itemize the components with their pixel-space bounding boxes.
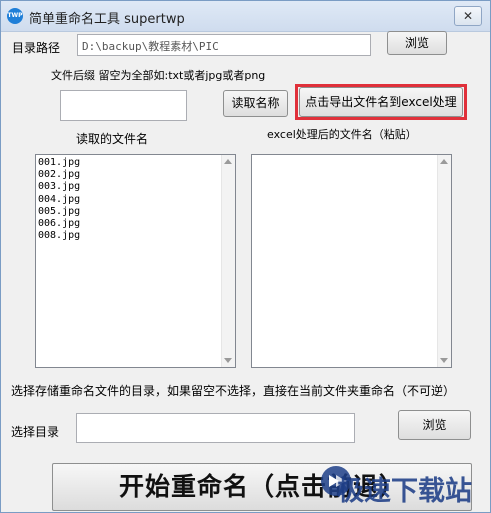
scroll-down-icon[interactable] (224, 358, 232, 363)
left-list-scrollbar[interactable] (221, 155, 235, 367)
list-item[interactable]: 005.jpg (38, 206, 80, 218)
right-list-title: excel处理后的文件名（粘贴） (267, 128, 417, 141)
title-bar: TWP 简单重命名工具 supertwp ✕ (1, 1, 490, 32)
select-dir-input[interactable] (76, 413, 355, 443)
dir-path-input[interactable]: D:\backup\教程素材\PIC (77, 34, 371, 56)
app-window: TWP 简单重命名工具 supertwp ✕ 目录路径 D:\backup\教程… (0, 0, 491, 513)
red-highlight-box (295, 84, 467, 120)
list-item[interactable]: 002.jpg (38, 169, 80, 181)
close-button[interactable]: ✕ (454, 6, 482, 26)
list-item[interactable]: 001.jpg (38, 157, 80, 169)
watermark-text: 极速下载站 (337, 476, 472, 507)
scroll-up-icon[interactable] (224, 159, 232, 164)
scroll-up-icon[interactable] (440, 159, 448, 164)
list-item[interactable]: 004.jpg (38, 194, 80, 206)
scroll-down-icon[interactable] (440, 358, 448, 363)
processed-filenames-list[interactable] (251, 154, 452, 368)
read-filenames-list[interactable]: 001.jpg 002.jpg 003.jpg 004.jpg 005.jpg 006.j… (35, 154, 236, 368)
list-item[interactable]: 006.jpg (38, 218, 80, 230)
suffix-input[interactable] (60, 90, 187, 121)
list-item[interactable]: 008.jpg (38, 230, 80, 242)
browse-dir-button[interactable]: 浏览 (387, 31, 447, 55)
suffix-hint: 文件后缀 留空为全部如:txt或者jpg或者png (51, 69, 266, 82)
right-list-scrollbar[interactable] (437, 155, 451, 367)
left-list-title: 读取的文件名 (76, 132, 149, 146)
filename-items: 001.jpg 002.jpg 003.jpg 004.jpg 005.jpg 006.j… (38, 157, 80, 242)
app-logo-icon: TWP (7, 8, 23, 24)
select-dir-label: 选择目录 (11, 425, 60, 439)
browse-save-dir-button[interactable]: 浏览 (398, 410, 471, 440)
list-item[interactable]: 003.jpg (38, 181, 80, 193)
dir-path-label: 目录路径 (12, 41, 61, 55)
window-title: 简单重命名工具 supertwp (29, 12, 185, 27)
save-dir-hint: 选择存储重命名文件的目录，如果留空不选择，直接在当前文件夹重命名（不可逆） (11, 384, 456, 398)
read-names-button[interactable]: 读取名称 (223, 90, 288, 117)
